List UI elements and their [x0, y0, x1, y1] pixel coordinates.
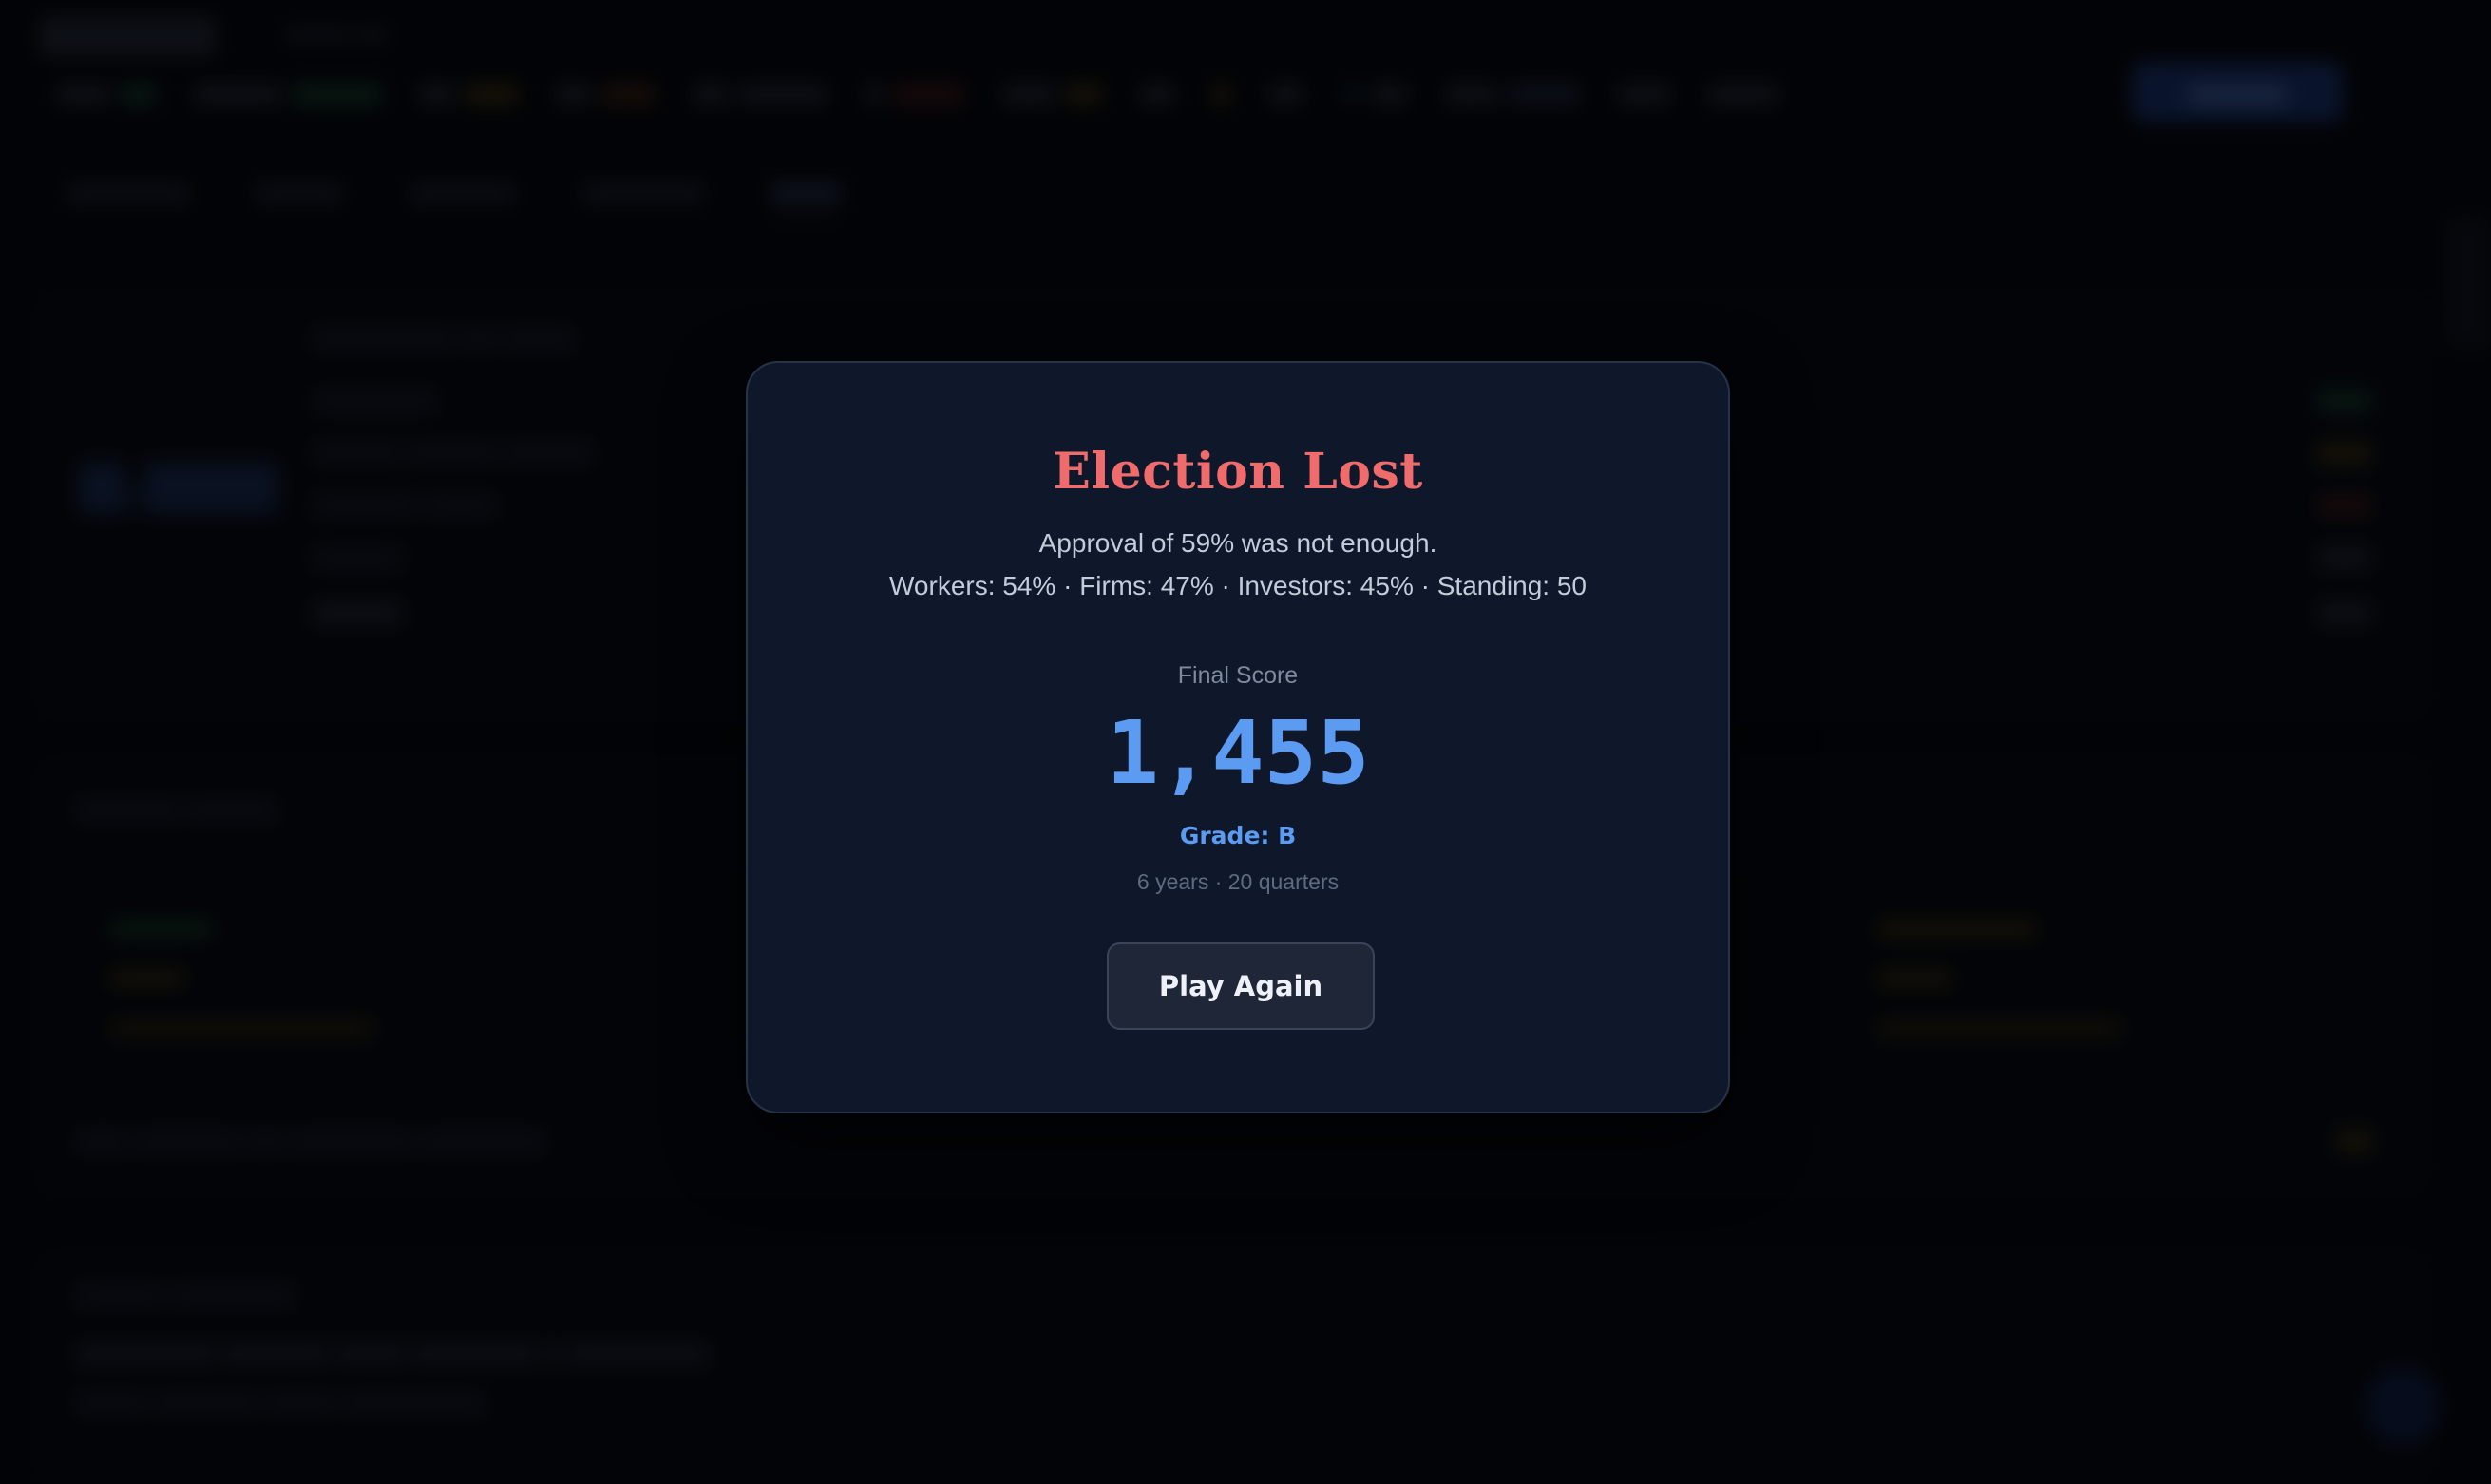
final-score-label: Final Score: [1177, 662, 1299, 689]
play-again-button[interactable]: Play Again: [1107, 942, 1375, 1030]
faction-breakdown: Workers: 54% · Firms: 47% · Investors: 4…: [889, 571, 1587, 600]
grade-label: Grade: B: [1179, 822, 1297, 849]
game-duration: 6 years · 20 quarters: [1136, 869, 1340, 894]
game-screen: ▇▇▇▇▇▇ ▆▆▆▆ ▆▆ ▆▆▆ ▆▆ ▆▆▆▆▆ ▆▆▆▆▆ ▆▆ ▆▆▆ ▆▆…: [0, 0, 2491, 1484]
dialog-title: Election Lost: [1053, 443, 1423, 501]
final-score-value: 1,455: [1106, 702, 1370, 804]
approval-message: Approval of 59% was not enough.: [1038, 528, 1437, 558]
game-over-dialog: Election Lost Approval of 59% was not en…: [746, 361, 1730, 1113]
